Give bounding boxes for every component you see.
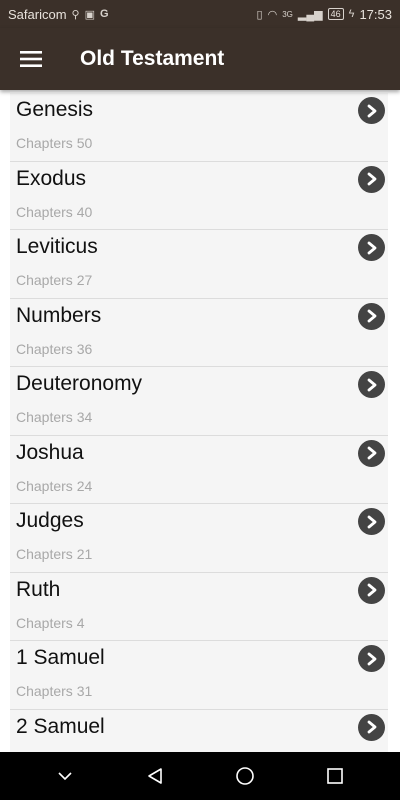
recents-icon — [327, 768, 343, 784]
recents-button[interactable] — [315, 756, 355, 796]
photo-notification-icon: ▣ — [84, 8, 95, 21]
book-name: Numbers — [16, 303, 102, 327]
chevron-right-icon[interactable] — [358, 508, 385, 535]
book-chapter-count: Chapters 36 — [16, 340, 93, 357]
book-list-item[interactable]: Deuteronomy Chapters 34 — [10, 367, 388, 436]
book-chapter-count: Chapters 40 — [16, 203, 93, 220]
back-button[interactable] — [135, 756, 175, 796]
book-list-item[interactable]: 1 Samuel Chapters 31 — [10, 641, 388, 710]
charging-icon: ϟ — [348, 8, 355, 20]
home-button[interactable] — [225, 756, 265, 796]
book-name: Ruth — [16, 577, 61, 601]
book-name: Exodus — [16, 166, 87, 190]
book-chapter-count: Chapters 31 — [16, 683, 93, 699]
book-list-item[interactable]: Judges Chapters 21 — [10, 504, 388, 573]
book-name: 2 Samuel — [16, 714, 105, 738]
system-navigation-bar — [0, 752, 400, 800]
book-list-item[interactable]: Exodus Chapters 40 — [10, 161, 388, 230]
usb-icon: ⚲ — [71, 8, 80, 21]
google-icon: G — [100, 8, 109, 20]
chevron-right-icon[interactable] — [358, 576, 385, 604]
collapse-button[interactable] — [45, 756, 85, 796]
signal-icon: ▂▄▆ — [297, 8, 323, 21]
book-name: Judges — [16, 509, 84, 532]
menu-button[interactable] — [0, 28, 62, 90]
book-name: Leviticus — [16, 235, 98, 258]
book-list-item[interactable]: Numbers Chapters 36 — [10, 298, 388, 367]
book-list-item[interactable]: 2 Samuel — [10, 709, 388, 752]
collapse-icon — [58, 772, 72, 781]
chevron-right-icon[interactable] — [358, 302, 385, 330]
vibrate-icon: ▯ — [256, 8, 263, 21]
book-chapter-count: Chapters 50 — [16, 135, 93, 151]
book-name: Joshua — [16, 440, 84, 464]
back-icon — [148, 768, 162, 784]
book-chapter-count: Chapters 24 — [16, 477, 93, 494]
book-list-container[interactable]: Genesis Chapters 50 Exodus Chapters 40 L… — [0, 90, 400, 752]
chevron-right-icon[interactable] — [358, 371, 385, 398]
book-list-item[interactable]: Genesis Chapters 50 — [10, 93, 388, 162]
chevron-right-icon[interactable] — [358, 439, 385, 467]
book-list-item[interactable]: Leviticus Chapters 27 — [10, 230, 388, 299]
book-chapter-count: Chapters 34 — [16, 409, 93, 425]
clock: 17:53 — [359, 6, 392, 22]
book-name: 1 Samuel — [16, 646, 105, 669]
battery-level: 46 — [327, 8, 344, 20]
status-bar: Safaricom ⚲ ▣ G ▯ ◠ 3G ▂▄▆ 46 ϟ 17:53 — [0, 0, 400, 28]
chevron-right-icon[interactable] — [358, 165, 385, 193]
home-icon — [236, 767, 254, 785]
page-title: Old Testament — [80, 47, 225, 70]
carrier-name: Safaricom — [8, 6, 67, 22]
chevron-right-icon[interactable] — [358, 645, 385, 672]
book-chapter-count: Chapters 27 — [16, 272, 93, 288]
book-list-item[interactable]: Ruth Chapters 4 — [10, 572, 388, 641]
book-chapter-count: Chapters 21 — [16, 546, 93, 562]
chevron-right-icon[interactable] — [358, 234, 385, 261]
book-list-item[interactable]: Joshua Chapters 24 — [10, 435, 388, 504]
book-name: Genesis — [16, 98, 94, 121]
hamburger-menu-icon — [20, 51, 42, 67]
book-chapter-count: Chapters 4 — [16, 614, 85, 631]
wifi-icon: ◠ — [267, 8, 278, 21]
book-name: Deuteronomy — [16, 372, 143, 395]
chevron-right-icon[interactable] — [358, 713, 385, 741]
book-list: Genesis Chapters 50 Exodus Chapters 40 L… — [10, 93, 388, 752]
app-bar: Old Testament — [0, 28, 400, 90]
chevron-right-icon[interactable] — [358, 97, 385, 124]
network-type: 3G — [282, 9, 293, 19]
